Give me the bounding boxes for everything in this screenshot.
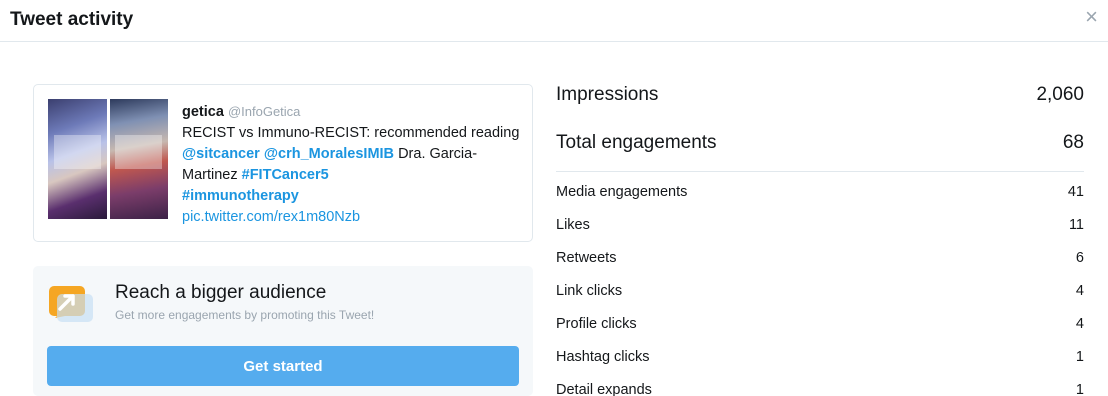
metric-value: 4 [1075,316,1084,332]
metric-value: 1 [1075,382,1084,396]
metric-value: 6 [1075,250,1084,266]
media-link[interactable]: pic.twitter.com/rex1m80Nzb [182,209,360,225]
metric-row: Hashtag clicks 1 [556,341,1084,374]
tweet-author-name[interactable]: getica [182,104,224,120]
metric-row: Likes 11 [556,209,1084,242]
metric-label: Link clicks [556,283,623,299]
media-thumbnail[interactable] [109,99,168,219]
metric-value: 1 [1075,349,1084,365]
metric-value: 2,060 [1036,84,1084,105]
metric-value: 4 [1075,283,1084,299]
tweet-text-segment: RECIST vs Immuno-RECIST: recommended rea… [182,125,520,141]
mention-link[interactable]: @crh_MoralesIMIB [264,146,394,162]
metric-row: Media engagements 41 [556,176,1084,209]
metric-row: Link clicks 4 [556,275,1084,308]
metric-row: Retweets 6 [556,242,1084,275]
promote-arrow-icon [47,284,95,324]
mention-link[interactable]: @sitcancer [182,146,260,162]
tweet-body: getica @InfoGetica RECIST vs Immuno-RECI… [182,101,522,228]
metric-label: Likes [556,217,590,233]
metric-label: Retweets [556,250,617,266]
get-started-button[interactable]: Get started [47,346,519,386]
metric-label: Detail expands [556,382,652,396]
metrics-panel: Impressions 2,060 Total engagements 68 M… [556,80,1084,396]
metric-row: Profile clicks 4 [556,308,1084,341]
media-thumbnail[interactable] [48,99,107,219]
metric-value: 68 [1062,132,1084,153]
metric-value: 41 [1067,184,1084,200]
metric-label: Profile clicks [556,316,637,332]
tweet-media[interactable] [48,99,168,219]
metric-label: Hashtag clicks [556,349,650,365]
metric-label: Total engagements [556,132,717,153]
hashtag-link[interactable]: #FITCancer5 [242,167,329,183]
promote-title: Reach a bigger audience [115,282,327,303]
metric-row: Detail expands 1 [556,374,1084,396]
tweet-card[interactable]: getica @InfoGetica RECIST vs Immuno-RECI… [33,84,533,242]
engagement-breakdown: Media engagements 41 Likes 11 Retweets 6… [556,176,1084,396]
page-title: Tweet activity [10,9,134,30]
promote-panel: Reach a bigger audience Get more engagem… [33,266,533,396]
metric-value: 11 [1068,217,1084,233]
tweet-author-handle[interactable]: @InfoGetica [228,104,300,119]
promote-subtitle: Get more engagements by promoting this T… [115,308,375,322]
hashtag-link[interactable]: #immunotherapy [182,188,299,204]
modal-header: Tweet activity × [0,0,1108,42]
metric-label: Media engagements [556,184,688,200]
close-icon[interactable]: × [1085,6,1098,28]
impressions-row: Impressions 2,060 [556,80,1084,128]
engagements-row: Total engagements 68 [556,128,1084,172]
metric-label: Impressions [556,84,659,105]
tweet-text: RECIST vs Immuno-RECIST: recommended rea… [182,123,522,228]
